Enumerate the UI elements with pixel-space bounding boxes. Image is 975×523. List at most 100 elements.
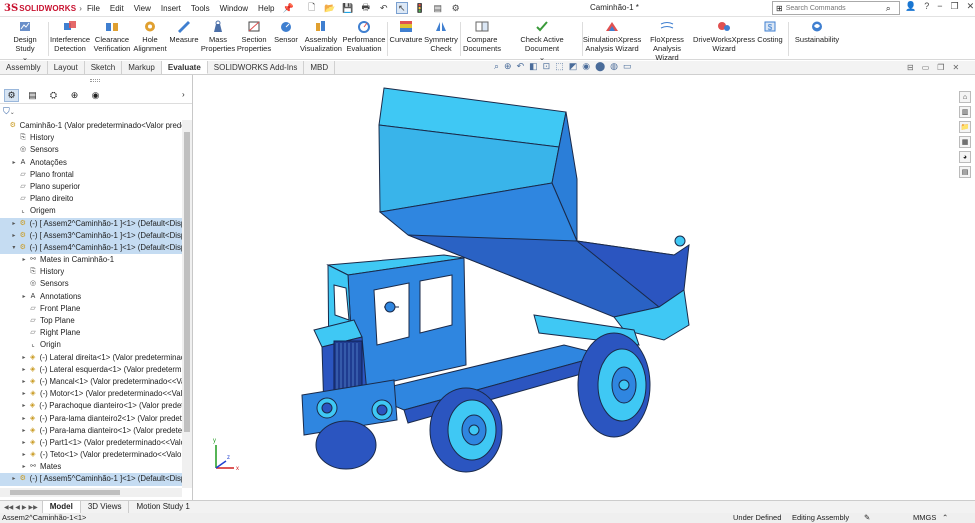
tree-item[interactable]: ⚙ Caminhão-1 (Valor predeterminado<Valor …: [0, 120, 182, 132]
tab-markup[interactable]: Markup: [122, 61, 162, 74]
previous-view-icon[interactable]: ↶: [517, 61, 525, 72]
expand-toggle-icon[interactable]: ▸: [20, 425, 28, 437]
expand-toggle-icon[interactable]: ▸: [10, 218, 18, 230]
tree-item[interactable]: ▸ ◈ (-) Mancal<1> (Valor predeterminado<<V…: [0, 376, 182, 388]
tab-3d-views[interactable]: 3D Views: [79, 501, 129, 513]
expand-toggle-icon[interactable]: ▸: [20, 364, 28, 376]
appearances-icon[interactable]: ◕: [959, 151, 971, 163]
tree-item[interactable]: ◎ Sensors: [0, 278, 182, 290]
tree-item[interactable]: ⎘ History: [0, 266, 182, 278]
edit-appearance-icon[interactable]: ⬤: [595, 61, 605, 72]
truck-model[interactable]: y x z: [194, 75, 975, 500]
menu-file[interactable]: File: [82, 4, 105, 13]
menu-view[interactable]: View: [129, 4, 156, 13]
symmetry-check-button[interactable]: Symmetry Check: [424, 20, 458, 53]
tree-item[interactable]: ▸ A Annotations: [0, 291, 182, 303]
expand-toggle-icon[interactable]: ▸: [20, 352, 28, 364]
tree-item[interactable]: ▸ ◈ (-) Lateral esquerda<1> (Valor predete…: [0, 364, 182, 376]
tab-layout[interactable]: Layout: [48, 61, 85, 74]
search-input[interactable]: [785, 4, 886, 12]
expand-toggle-icon[interactable]: ▸: [20, 461, 28, 473]
assembly-visualization-button[interactable]: Assembly Visualization: [300, 20, 342, 53]
design-study-button[interactable]: Design Study ⌄: [4, 20, 46, 62]
menu-tools[interactable]: Tools: [186, 4, 215, 13]
vertical-scrollbar[interactable]: [182, 120, 192, 488]
pin-icon[interactable]: 📌: [283, 3, 294, 14]
tree-item[interactable]: ▸ ◈ (-) Para-lama dianteiro<1> (Valor pred…: [0, 425, 182, 437]
design-library-icon[interactable]: ▥: [959, 106, 971, 118]
expand-toggle-icon[interactable]: ▸: [20, 400, 28, 412]
graphics-area[interactable]: ⌕ ⊕ ↶ ◧ ⊡ ⬚ ◩ ◉ ⬤ ◍ ▭ ⊟ ▭ ❐ ✕ y x z ⌂ ▥ …: [194, 61, 975, 500]
view-palette-icon[interactable]: ▦: [959, 136, 971, 148]
tree-item[interactable]: ▸ ◈ (-) Teto<1> (Valor predeterminado<<Val…: [0, 449, 182, 461]
sustainability-button[interactable]: Sustainability: [792, 20, 842, 44]
zoom-to-area-icon[interactable]: ⊕: [504, 61, 512, 72]
featuremanager-tab-icon[interactable]: ⚙: [4, 89, 19, 102]
tile-icon[interactable]: ⊟: [907, 63, 914, 72]
panel-grip[interactable]: [90, 79, 100, 82]
help-icon[interactable]: ?: [924, 1, 929, 12]
tree-item[interactable]: ▱ Plano frontal: [0, 169, 182, 181]
mass-properties-button[interactable]: Mass Properties: [201, 20, 235, 53]
check-active-document-button[interactable]: Check Active Document ⌄: [504, 20, 580, 62]
rebuild-icon[interactable]: 🚦: [414, 2, 426, 14]
filter-icon[interactable]: ⛉⌄: [3, 106, 15, 117]
menu-edit[interactable]: Edit: [105, 4, 129, 13]
tree-item[interactable]: ▱ Top Plane: [0, 315, 182, 327]
new-document-icon[interactable]: 🗋: [306, 2, 318, 14]
expand-toggle-icon[interactable]: ▸: [20, 291, 28, 303]
minimize-icon[interactable]: ▭: [922, 63, 930, 72]
section-properties-button[interactable]: Section Properties: [236, 20, 272, 53]
clearance-verification-button[interactable]: Clearance Verification: [91, 20, 133, 53]
apply-scene-icon[interactable]: ◍: [610, 61, 618, 72]
home-icon[interactable]: ⌂: [959, 91, 971, 103]
horizontal-scrollbar[interactable]: [0, 488, 182, 497]
search-commands[interactable]: ⊞ ⌕: [772, 1, 900, 15]
expand-toggle-icon[interactable]: ▸: [20, 376, 28, 388]
units-selector[interactable]: MMGS: [913, 513, 936, 523]
tree-item[interactable]: ▸ ◈ (-) Part1<1> (Valor predeterminado<<Va…: [0, 437, 182, 449]
configurationmanager-tab-icon[interactable]: ⛭: [46, 89, 61, 102]
tree-item[interactable]: ◎ Sensors: [0, 144, 182, 156]
chevron-up-icon[interactable]: ⌃: [942, 513, 948, 523]
expand-toggle-icon[interactable]: ▸: [20, 413, 28, 425]
costing-button[interactable]: $ Costing: [755, 20, 785, 44]
interference-detection-button[interactable]: Interference Detection: [50, 20, 90, 53]
prev-tab-icon[interactable]: ◀: [15, 504, 20, 511]
performance-evaluation-button[interactable]: Performance Evaluation: [343, 20, 385, 53]
restore-icon[interactable]: ❐: [937, 63, 944, 72]
open-icon[interactable]: 📂: [324, 2, 336, 14]
tree-item[interactable]: ▸ ⚯ Mates in Caminhão-1: [0, 254, 182, 266]
menu-insert[interactable]: Insert: [156, 4, 186, 13]
floxpress-button[interactable]: FloXpress Analysis Wizard: [641, 20, 693, 62]
tab-motion-study[interactable]: Motion Study 1: [128, 501, 196, 513]
dynamic-annotation-icon[interactable]: ⊡: [543, 61, 551, 72]
propertymanager-tab-icon[interactable]: ▤: [25, 89, 40, 102]
save-icon[interactable]: 💾: [342, 2, 354, 14]
compare-documents-button[interactable]: Compare Documents: [462, 20, 502, 53]
simulationxpress-button[interactable]: SimulationXpress Analysis Wizard: [583, 20, 641, 53]
expand-toggle-icon[interactable]: ▸: [10, 157, 18, 169]
next-tab-icon[interactable]: ▶: [22, 504, 27, 511]
rear-wheel[interactable]: [577, 332, 651, 438]
user-icon[interactable]: 👤: [905, 1, 916, 12]
undo-icon[interactable]: ↶: [378, 2, 390, 14]
sensor-button[interactable]: Sensor: [273, 20, 299, 44]
chevron-right-icon[interactable]: ›: [182, 90, 185, 99]
restore-icon[interactable]: ❐: [951, 1, 959, 12]
dimxpert-tab-icon[interactable]: ⊕: [67, 89, 82, 102]
measure-button[interactable]: Measure: [168, 20, 200, 44]
close-icon[interactable]: ✕: [967, 1, 975, 12]
tree-item[interactable]: ▸ ◈ (-) Motor<1> (Valor predeterminado<<Va…: [0, 388, 182, 400]
close-icon[interactable]: ✕: [952, 63, 959, 72]
tree-item[interactable]: ▸ ⚙ (-) [ Assem2^Caminhão-1 ]<1> (Default<…: [0, 217, 182, 230]
solidworks-logo[interactable]: 3S SOLIDWORKS ›: [0, 3, 82, 14]
tree-item[interactable]: ▸ ⚯ Mates: [0, 461, 182, 473]
menu-help[interactable]: Help: [253, 4, 279, 13]
file-properties-icon[interactable]: ▤: [432, 2, 444, 14]
view-settings-icon[interactable]: ▭: [623, 61, 632, 72]
hole-alignment-button[interactable]: Hole Alignment: [133, 20, 167, 53]
tree-item[interactable]: ⎘ History: [0, 132, 182, 144]
front-right-wheel[interactable]: [429, 387, 503, 473]
expand-toggle-icon[interactable]: ▸: [20, 437, 28, 449]
